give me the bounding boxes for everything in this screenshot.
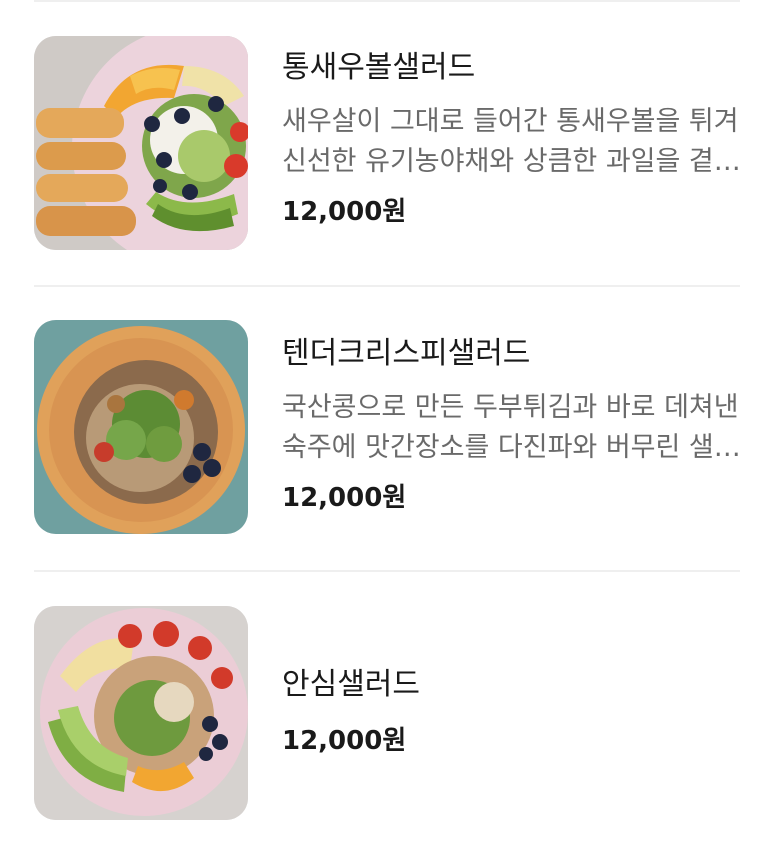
- menu-item-info: 안심샐러드 12,000원: [282, 665, 742, 759]
- menu-item-image: [34, 606, 248, 820]
- menu-item-price: 12,000원: [282, 483, 407, 513]
- menu-item-image: [34, 36, 248, 250]
- shrimp-salad-photo: [34, 36, 248, 250]
- menu-item-shrimp-ball-salad[interactable]: 통새우볼샐러드 새우살이 그대로 들어간 통새우볼을 튀겨 신선한 유기농야채와…: [0, 0, 773, 286]
- ansim-salad-photo: [34, 606, 248, 820]
- menu-item-tender-crispy-salad[interactable]: 텐더크리스피샐러드 국산콩으로 만든 두부튀김과 바로 데쳐낸 숙주에 맛간장소…: [0, 286, 773, 572]
- menu-item-name: 통새우볼샐러드: [282, 50, 476, 85]
- menu-item-ansim-salad[interactable]: 안심샐러드 12,000원: [0, 571, 773, 857]
- menu-item-info: 텐더크리스피샐러드 국산콩으로 만든 두부튀김과 바로 데쳐낸 숙주에 맛간장소…: [282, 334, 742, 516]
- menu-item-description: 국산콩으로 만든 두부튀김과 바로 데쳐낸 숙주에 맛간장소를 다진파와 버무린…: [282, 392, 739, 463]
- menu-item-name: 안심샐러드: [282, 667, 420, 702]
- menu-item-price: 12,000원: [282, 726, 407, 756]
- menu-item-info: 통새우볼샐러드 새우살이 그대로 들어간 통새우볼을 튀겨 신선한 유기농야채와…: [282, 48, 742, 230]
- menu-item-name: 텐더크리스피샐러드: [282, 336, 531, 371]
- tender-crispy-salad-photo: [34, 320, 248, 534]
- menu-item-description: 새우살이 그대로 들어간 통새우볼을 튀겨 신선한 유기농야채와 상큼한 과일을…: [282, 106, 739, 177]
- menu-item-image: [34, 320, 248, 534]
- menu-list: 통새우볼샐러드 새우살이 그대로 들어간 통새우볼을 튀겨 신선한 유기농야채와…: [0, 0, 773, 843]
- menu-item-price: 12,000원: [282, 197, 407, 227]
